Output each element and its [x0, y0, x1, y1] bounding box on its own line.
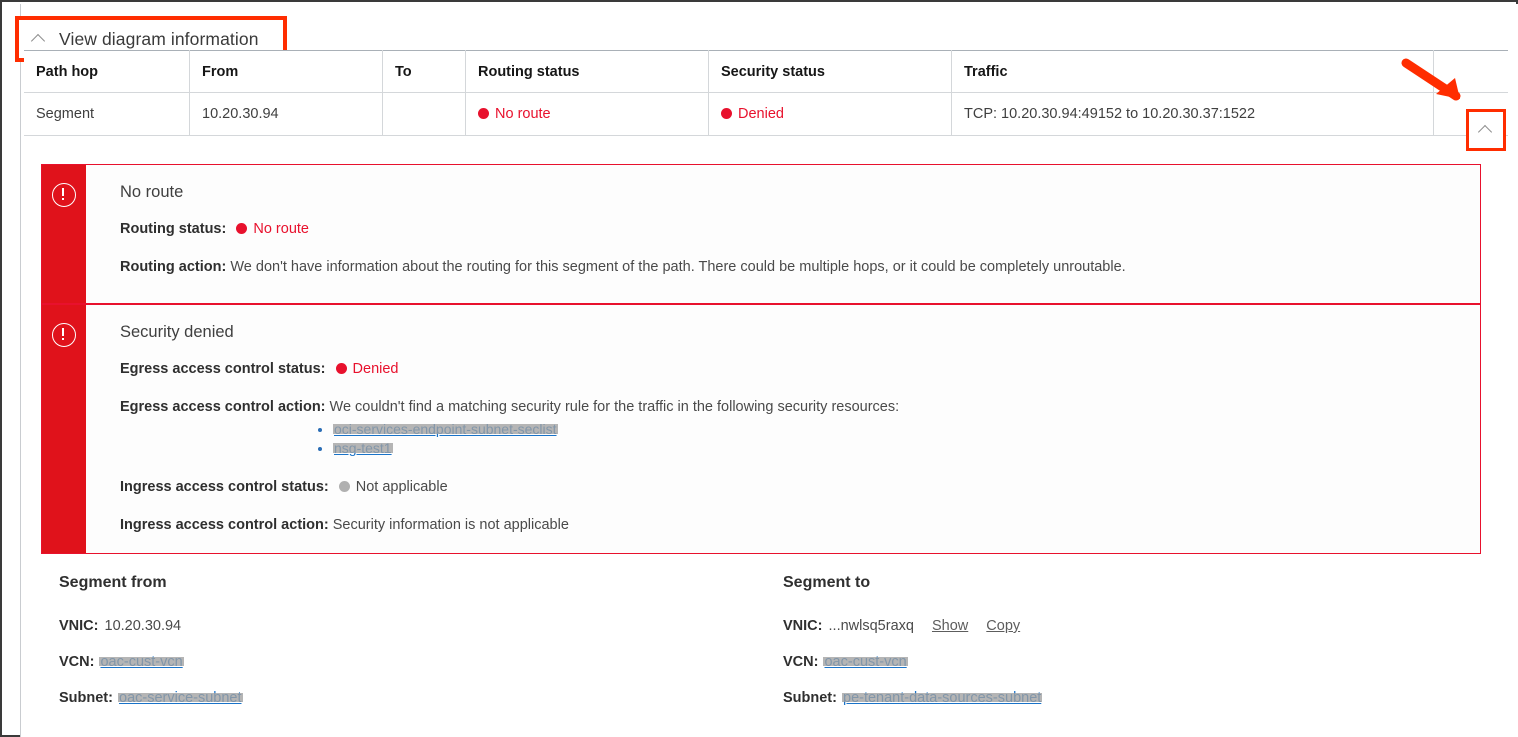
segment-to-subnet-link[interactable]: pe-tenant-data-sources-subnet [843, 690, 1041, 706]
egress-action-field: Egress access control action: We couldn'… [120, 398, 899, 418]
column-header-security-status: Security status [709, 51, 952, 93]
field-label: VNIC: [783, 618, 822, 634]
segment-from-title: Segment from [59, 574, 679, 592]
redaction-overlay: oac-service-subnet [119, 690, 242, 706]
show-ocid-link[interactable]: Show [932, 618, 968, 634]
security-resource-link[interactable]: oci-services-endpoint-subnet-seclist [334, 421, 557, 437]
field-label: Routing status: [120, 221, 226, 237]
segment-from-section: Segment from VNIC: 10.20.30.94 VCN: oac-… [59, 574, 679, 726]
redaction-overlay: oci-services-endpoint-subnet-seclist [334, 421, 557, 437]
field-label: Egress access control status: [120, 361, 326, 377]
alert-heading: Security denied [120, 323, 899, 342]
field-label: Subnet: [783, 690, 837, 706]
field-label: Ingress access control action: [120, 517, 329, 533]
field-label: Subnet: [59, 690, 113, 706]
field-value: Not applicable [356, 479, 448, 495]
copy-ocid-link[interactable]: Copy [986, 618, 1020, 634]
segment-to-vnic-value: ...nwlsq5raxq [829, 618, 914, 634]
field-value: We don't have information about the rout… [230, 259, 1125, 275]
field-value: Security information is not applicable [333, 517, 569, 533]
segment-from-subnet-link[interactable]: oac-service-subnet [119, 690, 242, 706]
path-hop-table: Path hop From To Routing status Security… [24, 50, 1508, 136]
field-label: VCN: [783, 654, 818, 670]
alert-heading: No route [120, 183, 1126, 202]
column-header-from: From [190, 51, 383, 93]
ingress-status-field: Ingress access control status: Not appli… [120, 478, 899, 498]
alert-body: No route Routing status: No route Routin… [86, 165, 1126, 303]
status-dot-red [336, 363, 347, 374]
field-label: VNIC: [59, 618, 98, 634]
field-label: Routing action: [120, 259, 226, 275]
table-header: Path hop From To Routing status Security… [24, 51, 1508, 93]
cell-routing-status: No route [466, 93, 709, 136]
status-dot-red [478, 108, 489, 119]
row-collapse-toggle[interactable] [1466, 109, 1506, 151]
routing-action-field: Routing action: We don't have informatio… [120, 258, 1126, 278]
column-header-path-hop: Path hop [24, 51, 190, 93]
security-resources-list: oci-services-endpoint-subnet-seclist nsg… [120, 421, 899, 456]
list-item: nsg-test1 [334, 440, 899, 456]
segment-from-vcn-link[interactable]: oac-cust-vcn [100, 654, 182, 670]
alert-severity-bar [42, 165, 86, 303]
redaction-overlay: oac-cust-vcn [100, 654, 182, 670]
segment-to-vnic-row: VNIC: ...nwlsq5raxq Show Copy [783, 618, 1423, 634]
column-header-actions [1434, 51, 1509, 93]
column-header-to: To [383, 51, 466, 93]
field-value: No route [253, 221, 309, 237]
exclamation-circle-icon [52, 323, 76, 347]
segment-from-vnic-row: VNIC: 10.20.30.94 [59, 618, 679, 634]
redaction-overlay: nsg-test1 [334, 440, 392, 456]
page-frame: View diagram information Path hop From T… [0, 0, 1518, 737]
column-header-routing-status: Routing status [466, 51, 709, 93]
status-dot-red [236, 223, 247, 234]
security-resource-link[interactable]: nsg-test1 [334, 440, 392, 456]
cell-to [383, 93, 466, 136]
alert-severity-bar [42, 305, 86, 553]
segment-to-title: Segment to [783, 574, 1423, 592]
ingress-action-field: Ingress access control action: Security … [120, 516, 899, 536]
diagram-information-panel: View diagram information Path hop From T… [20, 4, 1518, 737]
accordion-title: View diagram information [59, 29, 259, 50]
field-value: Denied [353, 361, 399, 377]
redaction-overlay: oac-cust-vcn [824, 654, 906, 670]
egress-status-field: Egress access control status: Denied [120, 360, 899, 380]
field-label: VCN: [59, 654, 94, 670]
cell-path-hop: Segment [24, 93, 190, 136]
segment-to-vcn-link[interactable]: oac-cust-vcn [824, 654, 906, 670]
segment-to-section: Segment to VNIC: ...nwlsq5raxq Show Copy… [783, 574, 1423, 726]
segment-from-vcn-row: VCN: oac-cust-vcn [59, 654, 679, 670]
cell-from: 10.20.30.94 [190, 93, 383, 136]
segment-to-subnet-row: Subnet: pe-tenant-data-sources-subnet [783, 690, 1423, 706]
routing-status-field: Routing status: No route [120, 220, 1126, 240]
field-label: Egress access control action: [120, 399, 326, 415]
status-dot-red [721, 108, 732, 119]
routing-status-text: No route [495, 106, 551, 122]
alert-body: Security denied Egress access control st… [86, 305, 899, 553]
segment-to-vcn-row: VCN: oac-cust-vcn [783, 654, 1423, 670]
status-dot-gray [339, 481, 350, 492]
cell-security-status: Denied [709, 93, 952, 136]
field-label: Ingress access control status: [120, 479, 329, 495]
alert-no-route: No route Routing status: No route Routin… [41, 164, 1481, 304]
field-value: We couldn't find a matching security rul… [330, 399, 900, 415]
exclamation-circle-icon [52, 183, 76, 207]
column-header-traffic: Traffic [952, 51, 1434, 93]
alert-security-denied: Security denied Egress access control st… [41, 304, 1481, 554]
segment-from-vnic-value: 10.20.30.94 [105, 618, 182, 634]
table-row[interactable]: Segment 10.20.30.94 No route Denied TCP:… [24, 93, 1508, 136]
table-body: Segment 10.20.30.94 No route Denied TCP:… [24, 93, 1508, 136]
chevron-up-icon [1478, 122, 1494, 138]
security-status-text: Denied [738, 106, 784, 122]
redaction-overlay: pe-tenant-data-sources-subnet [843, 690, 1041, 706]
table-header-row: Path hop From To Routing status Security… [24, 51, 1508, 93]
segment-from-subnet-row: Subnet: oac-service-subnet [59, 690, 679, 706]
chevron-up-icon [31, 31, 47, 47]
cell-traffic: TCP: 10.20.30.94:49152 to 10.20.30.37:15… [952, 93, 1434, 136]
list-item: oci-services-endpoint-subnet-seclist [334, 421, 899, 437]
